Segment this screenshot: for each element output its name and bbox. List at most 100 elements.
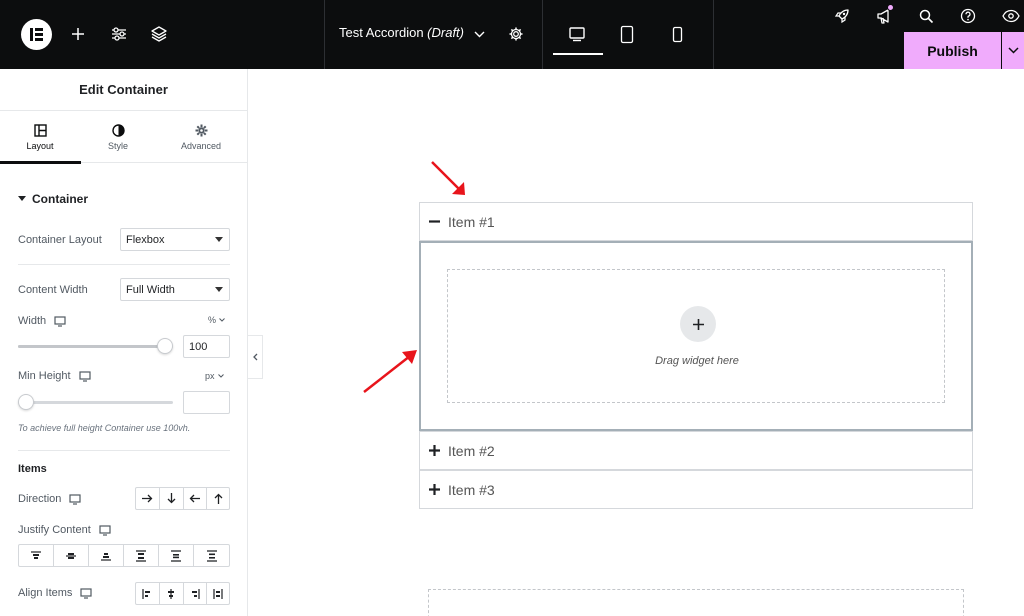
tab-layout[interactable]: Layout (0, 111, 80, 163)
justify-content-label: Justify Content (18, 524, 91, 536)
accordion-item-3-header[interactable]: Item #3 (419, 470, 973, 509)
minus-icon (429, 220, 440, 223)
chevron-down-icon (219, 318, 225, 322)
settings-gear-icon[interactable] (506, 24, 526, 44)
justify-space-between-icon[interactable] (124, 545, 159, 566)
separator (324, 0, 325, 69)
tab-advanced[interactable]: Advanced (161, 111, 241, 163)
align-items-button-group (135, 582, 230, 605)
accordion-item-3-title: Item #3 (448, 481, 495, 498)
width-slider[interactable] (18, 345, 173, 348)
justify-space-evenly-icon[interactable] (194, 545, 229, 566)
min-height-unit-select[interactable]: px (205, 371, 224, 381)
chevron-down-icon (1007, 47, 1019, 54)
width-input[interactable]: 100 (183, 335, 230, 358)
panel-title: Edit Container (0, 69, 247, 111)
width-slider-fill (18, 345, 173, 348)
tab-style[interactable]: Style (78, 111, 158, 163)
publish-options-button[interactable] (1002, 32, 1024, 69)
min-height-label: Min Height (18, 370, 71, 382)
top-bar: Test Accordion (Draft) Publish (0, 0, 1024, 69)
tablet-icon[interactable] (617, 23, 637, 45)
align-end-icon[interactable] (184, 583, 208, 604)
separator (713, 0, 714, 69)
items-group-title: Items (18, 463, 47, 475)
arrow-left-icon[interactable] (184, 488, 208, 509)
align-center-icon[interactable] (160, 583, 184, 604)
content-width-select[interactable]: Full Width (120, 278, 230, 301)
width-slider-handle[interactable] (157, 338, 173, 354)
align-start-icon[interactable] (136, 583, 160, 604)
content-width-label: Content Width (18, 284, 88, 296)
responsive-desktop-icon[interactable] (54, 315, 66, 327)
min-height-label-row: Min Height (18, 370, 91, 382)
direction-button-group (135, 487, 230, 510)
arrow-down-icon[interactable] (160, 488, 184, 509)
justify-end-icon[interactable] (89, 545, 124, 566)
layers-icon[interactable] (149, 24, 169, 44)
elementor-logo-icon[interactable] (21, 19, 52, 50)
select-caret-icon (215, 237, 223, 242)
document-title[interactable]: Test Accordion (Draft) (339, 25, 464, 40)
layout-icon (33, 123, 47, 137)
min-height-slider[interactable] (18, 401, 173, 404)
tab-style-label: Style (107, 140, 128, 151)
panel-collapse-toggle[interactable] (248, 335, 263, 379)
responsive-desktop-icon[interactable] (80, 587, 93, 599)
width-label: Width (18, 315, 47, 327)
justify-center-icon[interactable] (54, 545, 89, 566)
min-height-slider-handle[interactable] (18, 394, 34, 410)
section-dropzone[interactable] (428, 589, 964, 616)
width-unit: % (208, 315, 217, 325)
notification-dot (887, 4, 894, 11)
gear-icon (195, 124, 207, 136)
dropzone-text: Drag widget here (655, 355, 739, 367)
rocket-icon[interactable] (832, 6, 852, 26)
accordion-item-2-header[interactable]: Item #2 (419, 431, 973, 470)
chevron-down-icon (217, 374, 224, 378)
container-layout-select[interactable]: Flexbox (120, 228, 230, 251)
align-stretch-icon[interactable] (207, 583, 229, 604)
chevron-down-icon[interactable] (472, 27, 486, 41)
desktop-icon[interactable] (566, 24, 588, 44)
justify-space-around-icon[interactable] (159, 545, 194, 566)
align-items-label: Align Items (18, 587, 73, 599)
responsive-desktop-icon[interactable] (99, 524, 111, 536)
divider (18, 264, 230, 265)
section-title: Container (32, 192, 89, 206)
tab-layout-label: Layout (26, 140, 54, 151)
annotation-arrow-icon (431, 161, 465, 195)
annotation-arrow-icon (363, 350, 417, 393)
arrow-up-icon[interactable] (207, 488, 229, 509)
container-layout-value: Flexbox (126, 233, 165, 246)
help-icon[interactable] (958, 6, 978, 26)
responsive-desktop-icon[interactable] (69, 493, 82, 505)
justify-content-button-group (18, 544, 230, 567)
arrow-right-icon[interactable] (136, 488, 160, 509)
contrast-icon (111, 123, 125, 137)
select-caret-icon (215, 287, 223, 292)
justify-start-icon[interactable] (19, 545, 54, 566)
responsive-desktop-icon[interactable] (78, 370, 91, 382)
panel-tabs: Layout Style Advanced (0, 111, 247, 164)
accordion-item-1-title: Item #1 (448, 213, 495, 230)
sliders-icon[interactable] (109, 24, 129, 44)
accordion-item-1-content: Drag widget here (419, 241, 973, 431)
direction-label: Direction (18, 493, 62, 505)
search-icon[interactable] (916, 6, 936, 26)
add-widget-button[interactable] (680, 306, 716, 342)
caret-down-icon (18, 196, 26, 201)
widget-dropzone[interactable]: Drag widget here (447, 269, 945, 403)
width-unit-select[interactable]: % (208, 315, 225, 325)
section-toggle-container[interactable]: Container (18, 192, 88, 206)
min-height-hint: To achieve full height Container use 100… (18, 423, 191, 433)
plus-icon[interactable] (68, 24, 88, 44)
min-height-input[interactable] (183, 391, 230, 414)
justify-content-label-row: Justify Content (18, 524, 111, 536)
accordion-item-2-title: Item #2 (448, 442, 495, 459)
mobile-icon[interactable] (668, 24, 686, 44)
eye-icon[interactable] (1000, 6, 1022, 26)
publish-button[interactable]: Publish (904, 32, 1001, 69)
accordion-item-1-header[interactable]: Item #1 (419, 202, 973, 241)
container-layout-label: Container Layout (18, 234, 102, 246)
